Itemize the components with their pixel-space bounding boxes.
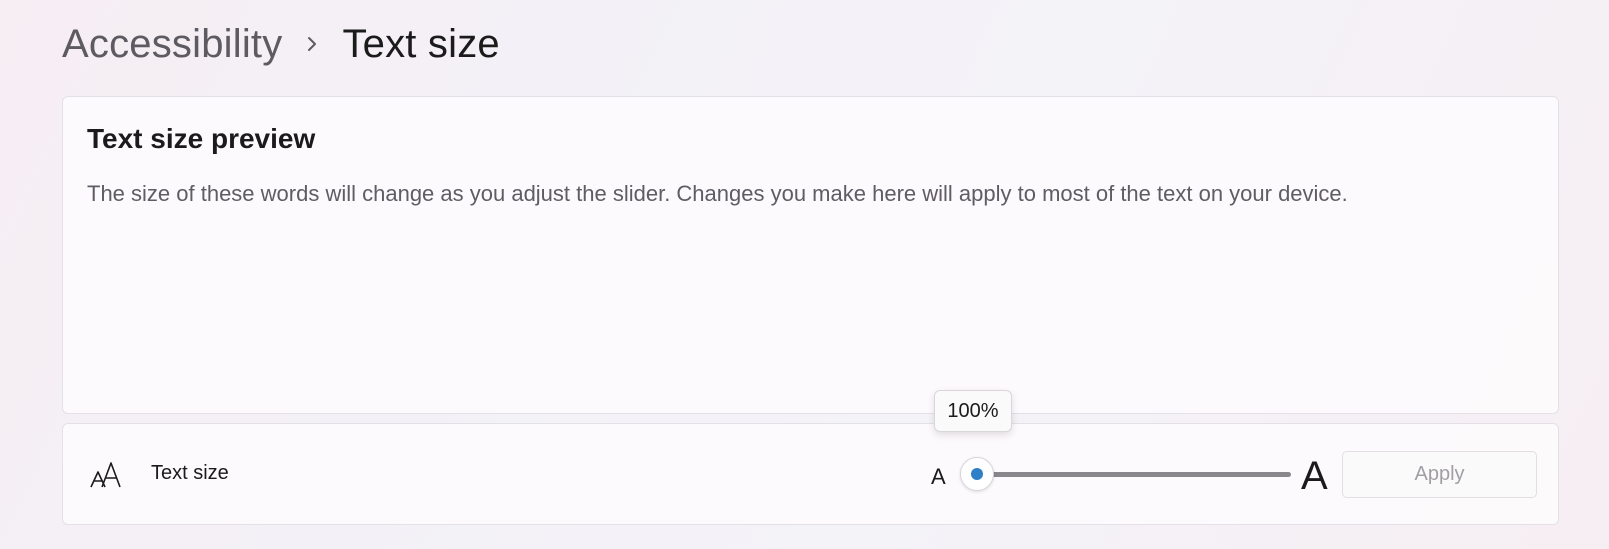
breadcrumb-parent-accessibility[interactable]: Accessibility: [62, 22, 282, 67]
text-size-icon: [89, 460, 123, 490]
apply-button[interactable]: Apply: [1342, 451, 1537, 498]
text-size-preview-card: Text size preview The size of these word…: [62, 96, 1559, 414]
text-size-label: Text size: [151, 462, 229, 484]
text-size-setting-row: Text size A A Apply: [62, 423, 1559, 525]
preview-title: Text size preview: [87, 123, 316, 154]
slider-value-tooltip: 100%: [934, 390, 1012, 432]
breadcrumb: Accessibility Text size: [62, 16, 500, 72]
page-title: Text size: [342, 21, 500, 66]
slider-thumb[interactable]: [960, 457, 994, 491]
small-a-marker: A: [931, 464, 946, 489]
slider-track[interactable]: [977, 472, 1291, 477]
preview-text: The size of these words will change as y…: [87, 181, 1348, 206]
chevron-right-icon: [282, 34, 342, 54]
large-a-marker: A: [1301, 454, 1328, 498]
slider-thumb-dot: [971, 468, 983, 480]
text-size-slider[interactable]: [960, 456, 1291, 492]
